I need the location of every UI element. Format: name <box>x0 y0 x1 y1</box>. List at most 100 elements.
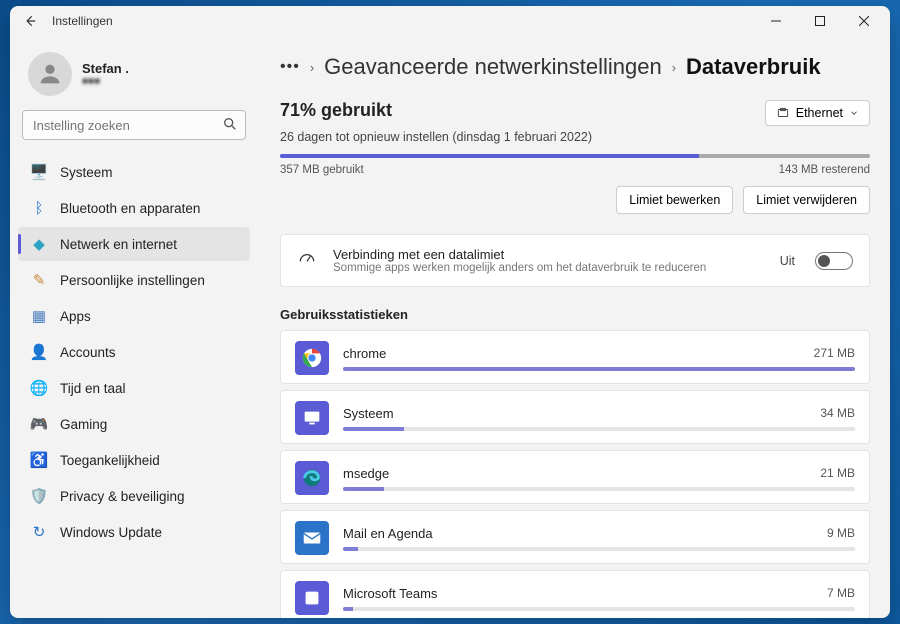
sidebar-item-tijd-en-taal[interactable]: 🌐 Tijd en taal <box>18 371 250 405</box>
back-button[interactable] <box>14 7 46 35</box>
person-icon <box>36 60 64 88</box>
network-selector-button[interactable]: Ethernet <box>765 100 870 126</box>
ethernet-icon <box>776 106 790 120</box>
arrow-left-icon <box>23 14 37 28</box>
app-usage-row[interactable]: Systeem 34 MB <box>280 390 870 444</box>
app-icon <box>295 401 329 435</box>
sidebar-item-bluetooth-en-apparaten[interactable]: ᛒBluetooth en apparaten <box>18 191 250 225</box>
search-input[interactable] <box>22 110 246 140</box>
data-progress-bar <box>280 154 870 158</box>
sidebar-item-label: Tijd en taal <box>60 381 126 396</box>
reset-text: 26 dagen tot opnieuw instellen (dinsdag … <box>280 130 870 144</box>
data-progress-fill <box>280 154 699 158</box>
sidebar-item-label: Windows Update <box>60 525 162 540</box>
speedometer-icon <box>297 248 319 273</box>
app-name: Microsoft Teams <box>343 586 437 601</box>
settings-window: Instellingen Stefan . ■■■ <box>10 6 890 618</box>
chevron-right-icon: › <box>672 60 676 75</box>
app-icon <box>295 341 329 375</box>
app-icon <box>295 521 329 555</box>
sidebar-item-label: Systeem <box>60 165 113 180</box>
maximize-button[interactable] <box>798 7 842 35</box>
search-icon <box>222 116 238 137</box>
app-usage-row[interactable]: Mail en Agenda9 MB <box>280 510 870 564</box>
sidebar-item-systeem[interactable]: 🖥️ Systeem <box>18 155 250 189</box>
breadcrumb-more[interactable]: ••• <box>280 58 300 76</box>
sidebar-item-gaming[interactable]: 🎮 Gaming <box>18 407 250 441</box>
app-usage-fill <box>343 367 855 371</box>
app-usage-row[interactable]: msedge 21 MB <box>280 450 870 504</box>
window-controls <box>754 7 886 35</box>
breadcrumb: ••• › Geavanceerde netwerkinstellingen ›… <box>280 54 870 80</box>
sidebar-item-accounts[interactable]: 👤 Accounts <box>18 335 250 369</box>
close-button[interactable] <box>842 7 886 35</box>
nav-icon: ♿ <box>30 451 48 469</box>
chevron-right-icon: › <box>310 60 314 75</box>
app-usage-fill <box>343 607 353 611</box>
sidebar-item-netwerk-en-internet[interactable]: ◆ Netwerk en internet <box>18 227 250 261</box>
nav-icon: ◆ <box>30 235 48 253</box>
minimize-button[interactable] <box>754 7 798 35</box>
sidebar-item-persoonlijke-instellingen[interactable]: ✎Persoonlijke instellingen <box>18 263 250 297</box>
avatar <box>28 52 72 96</box>
stats-list: chrome271 MB Systeem 34 MB msedge 21 MB Mail … <box>280 330 870 618</box>
breadcrumb-current: Dataverbruik <box>686 54 821 80</box>
user-name: Stefan . <box>82 61 129 76</box>
sidebar-item-label: Toegankelijkheid <box>60 453 160 468</box>
nav-icon: 🌐 <box>30 379 48 397</box>
app-data-amount: 21 MB <box>820 466 855 480</box>
app-usage-bar <box>343 487 855 491</box>
sidebar-item-label: Bluetooth en apparaten <box>60 201 200 216</box>
toggle-knob <box>818 255 830 267</box>
user-email: ■■■ <box>82 76 129 87</box>
sidebar-item-label: Netwerk en internet <box>60 237 177 252</box>
main-content: ••• › Geavanceerde netwerkinstellingen ›… <box>258 36 890 618</box>
app-icon <box>295 581 329 615</box>
app-usage-fill <box>343 547 358 551</box>
titlebar: Instellingen <box>10 6 890 36</box>
metered-toggle[interactable] <box>815 252 853 270</box>
nav-icon: ✎ <box>30 271 48 289</box>
app-data-amount: 34 MB <box>820 406 855 420</box>
user-profile[interactable]: Stefan . ■■■ <box>18 44 250 110</box>
sidebar-item-label: Apps <box>60 309 91 324</box>
search-box <box>22 110 246 140</box>
nav-icon: ▦ <box>30 307 48 325</box>
close-icon <box>859 16 869 26</box>
nav-icon: 🎮 <box>30 415 48 433</box>
breadcrumb-parent[interactable]: Geavanceerde netwerkinstellingen <box>324 54 662 80</box>
app-usage-fill <box>343 487 384 491</box>
maximize-icon <box>815 16 825 26</box>
app-usage-row[interactable]: chrome271 MB <box>280 330 870 384</box>
stats-heading: Gebruiksstatistieken <box>280 307 870 322</box>
nav-icon: 🛡️ <box>30 487 48 505</box>
app-name: msedge <box>343 466 389 481</box>
nav-icon: 👤 <box>30 343 48 361</box>
sidebar-item-label: Gaming <box>60 417 107 432</box>
edit-limit-button[interactable]: Limiet bewerken <box>616 186 733 214</box>
sidebar-item-label: Accounts <box>60 345 116 360</box>
window-title: Instellingen <box>52 14 754 28</box>
app-usage-row[interactable]: Microsoft Teams 7 MB <box>280 570 870 618</box>
app-name: Systeem <box>343 406 394 421</box>
sidebar-item-toegankelijkheid[interactable]: ♿ Toegankelijkheid <box>18 443 250 477</box>
toggle-state-label: Uit <box>780 254 795 268</box>
app-data-amount: 7 MB <box>827 586 855 600</box>
app-icon <box>295 461 329 495</box>
app-name: chrome <box>343 346 386 361</box>
remove-limit-button[interactable]: Limiet verwijderen <box>743 186 870 214</box>
metered-connection-card: Verbinding met een datalimiet Sommige ap… <box>280 234 870 287</box>
sidebar-item-windows-update[interactable]: ↻ Windows Update <box>18 515 250 549</box>
nav-icon: ↻ <box>30 523 48 541</box>
app-usage-fill <box>343 427 404 431</box>
nav-icon: 🖥️ <box>30 163 48 181</box>
sidebar-item-privacy-beveiliging[interactable]: 🛡️ Privacy & beveiliging <box>18 479 250 513</box>
data-remaining-label: 143 MB resterend <box>779 164 870 176</box>
chevron-down-icon <box>849 108 859 118</box>
sidebar-item-label: Privacy & beveiliging <box>60 489 185 504</box>
minimize-icon <box>771 16 781 26</box>
metered-subtitle: Sommige apps werken mogelijk anders om h… <box>333 262 766 274</box>
nav-list: 🖥️ Systeem ᛒBluetooth en apparaten ◆ Netwerk… <box>18 154 250 550</box>
app-name: Mail en Agenda <box>343 526 433 541</box>
sidebar-item-apps[interactable]: ▦ Apps <box>18 299 250 333</box>
